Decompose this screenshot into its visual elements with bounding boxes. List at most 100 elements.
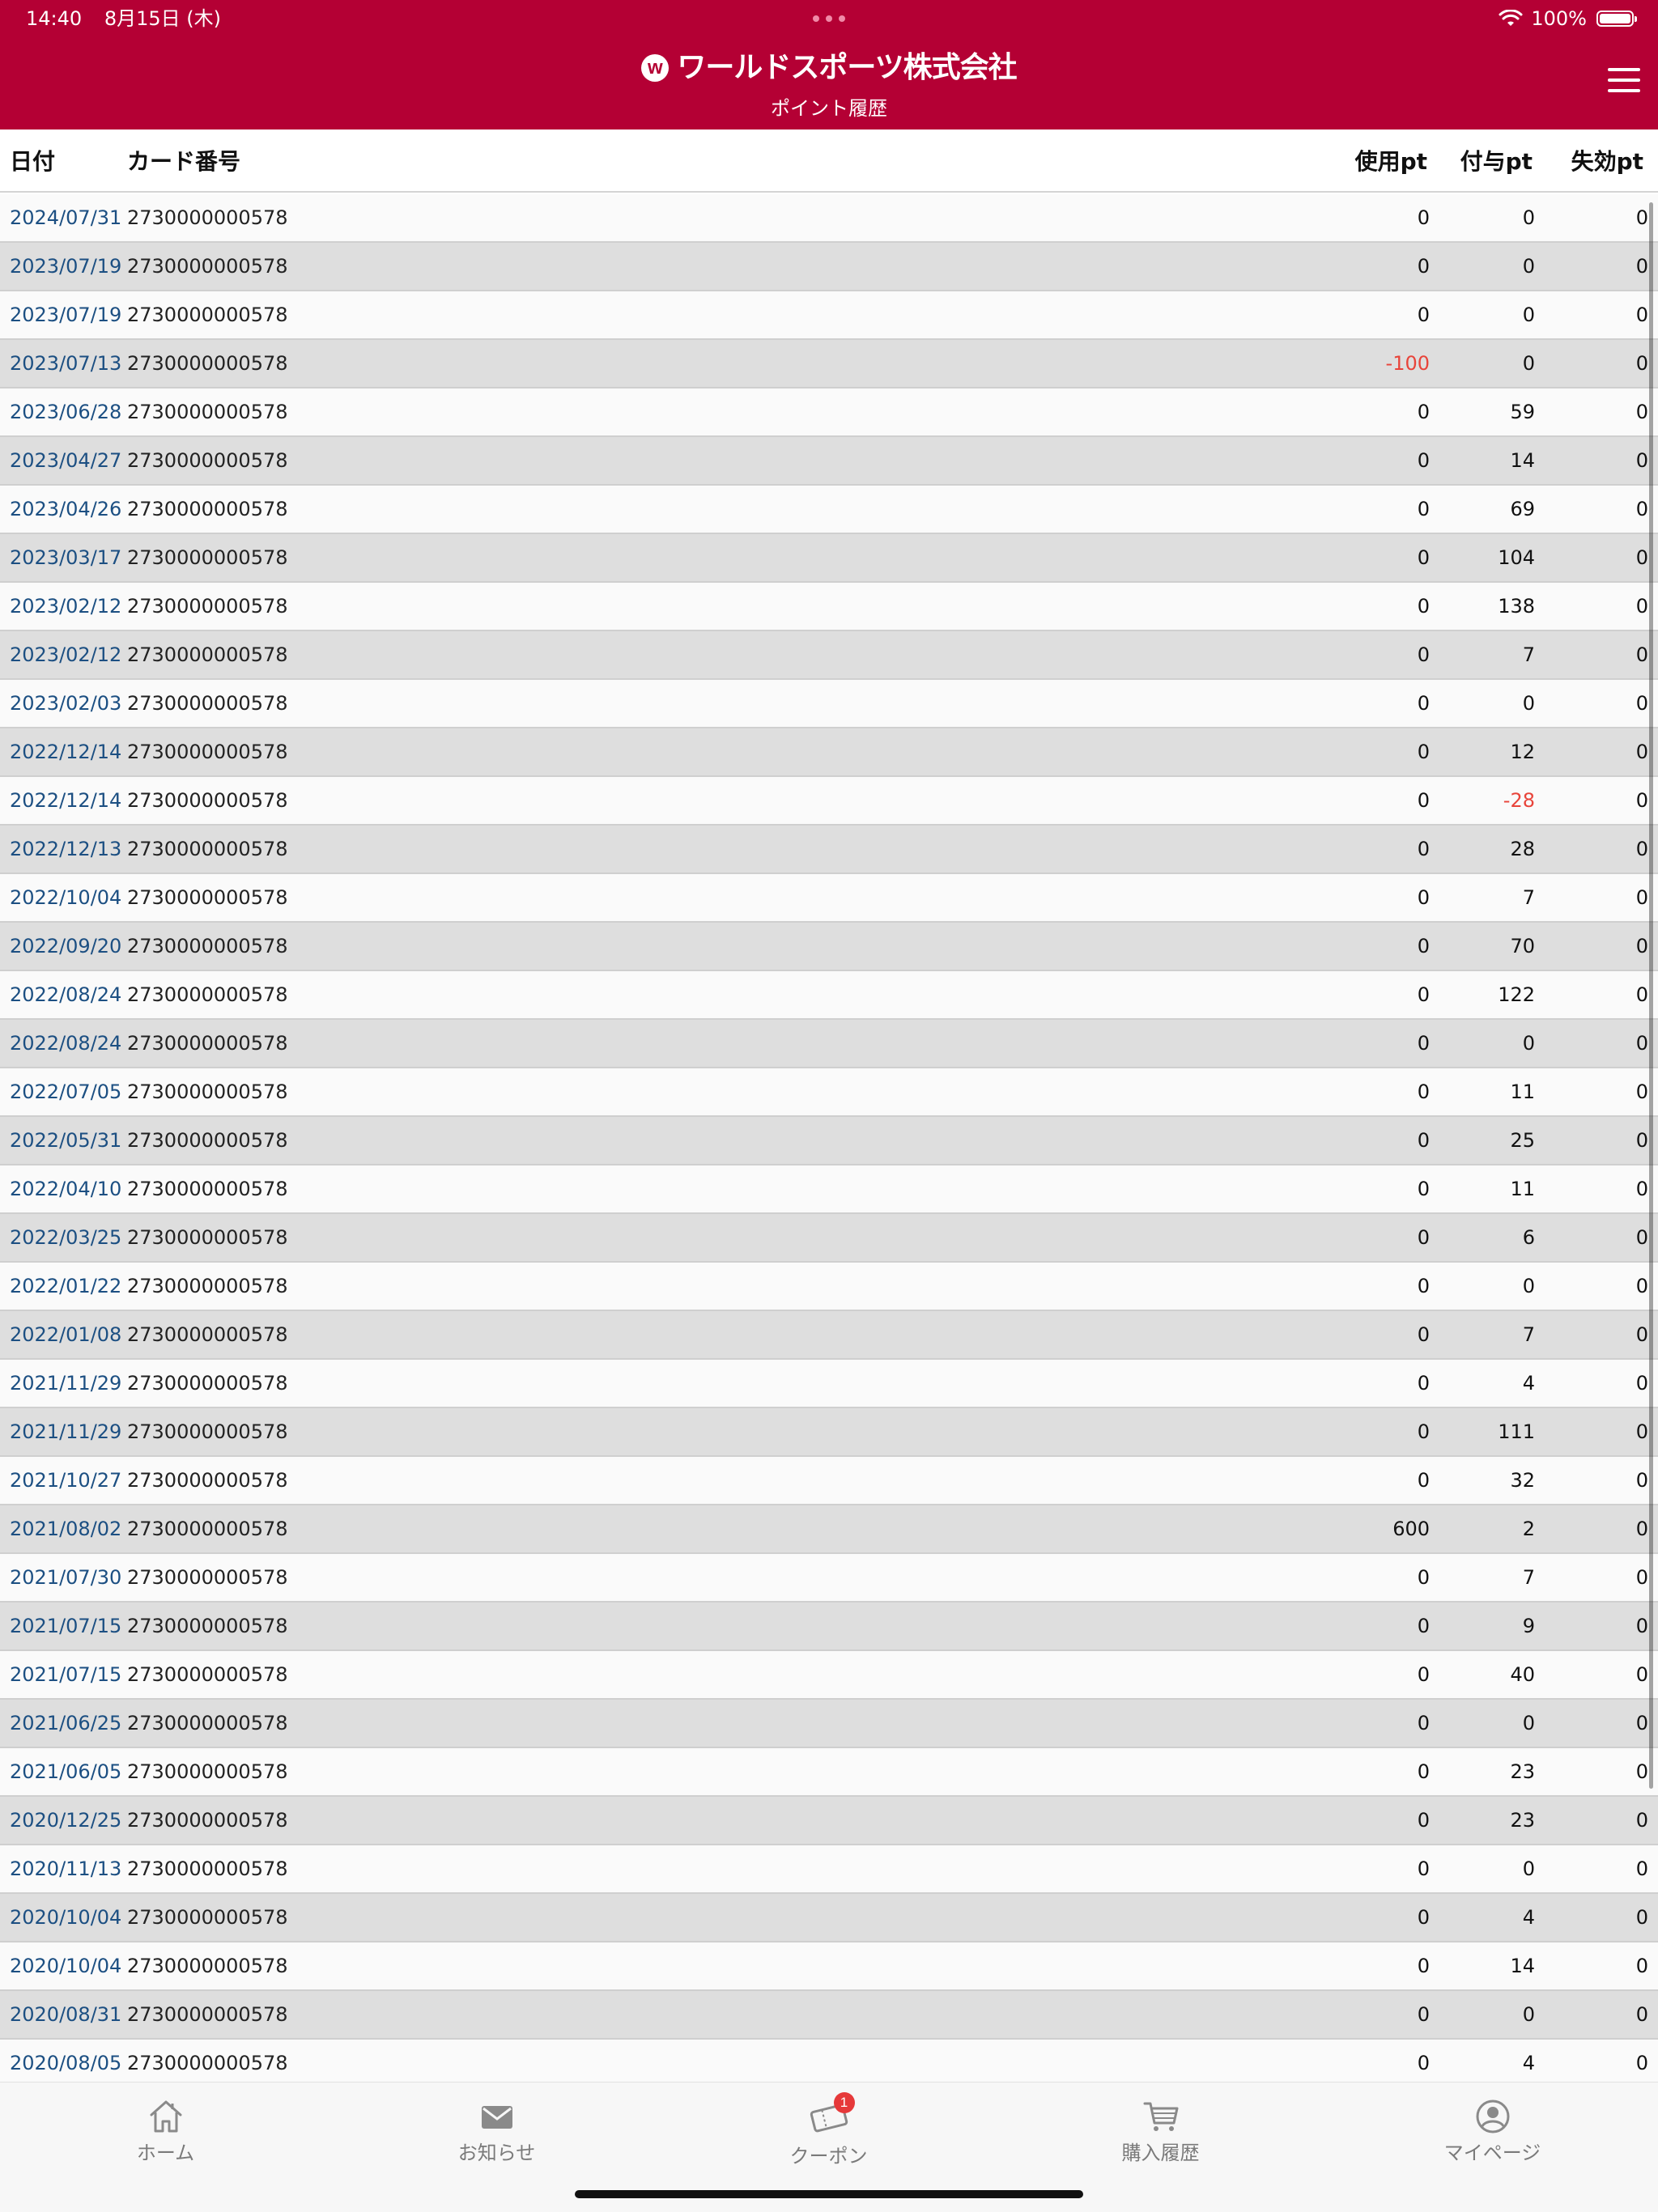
row-date[interactable]: 2021/08/02 xyxy=(10,1517,121,1541)
row-date[interactable]: 2020/11/13 xyxy=(10,1857,121,1881)
table-row[interactable]: 2023/02/12 2730000000578 0 7 0 xyxy=(0,631,1658,680)
table-row[interactable]: 2022/07/05 2730000000578 0 11 0 xyxy=(0,1068,1658,1117)
row-date[interactable]: 2021/11/29 xyxy=(10,1371,121,1395)
table-row[interactable]: 2022/12/13 2730000000578 0 28 0 xyxy=(0,826,1658,874)
row-date[interactable]: 2022/12/13 xyxy=(10,837,121,861)
table-row[interactable]: 2021/07/15 2730000000578 0 9 0 xyxy=(0,1603,1658,1651)
table-row[interactable]: 2022/01/22 2730000000578 0 0 0 xyxy=(0,1263,1658,1311)
table-row[interactable]: 2020/08/05 2730000000578 0 4 0 xyxy=(0,2040,1658,2088)
app-header: 14:40 8月15日 (木) 100% w ワールドスポーツ株式会社 ポイント… xyxy=(0,0,1658,129)
table-row[interactable]: 2021/08/02 2730000000578 600 2 0 xyxy=(0,1505,1658,1554)
row-date[interactable]: 2022/10/04 xyxy=(10,885,121,910)
row-used-pt: 0 xyxy=(1417,983,1430,1006)
row-date[interactable]: 2021/07/15 xyxy=(10,1614,121,1638)
multitasking-dots-icon[interactable] xyxy=(813,15,845,22)
row-date[interactable]: 2022/09/20 xyxy=(10,934,121,958)
row-date[interactable]: 2023/04/27 xyxy=(10,448,121,473)
row-date[interactable]: 2023/02/12 xyxy=(10,643,121,667)
tab-purchase-history[interactable]: 購入履歴 xyxy=(995,2083,1326,2172)
table-row[interactable]: 2022/04/10 2730000000578 0 11 0 xyxy=(0,1165,1658,1214)
row-date[interactable]: 2023/07/13 xyxy=(10,351,121,376)
table-row[interactable]: 2023/07/13 2730000000578 -100 0 0 xyxy=(0,340,1658,388)
table-row[interactable]: 2023/06/28 2730000000578 0 59 0 xyxy=(0,388,1658,437)
table-row[interactable]: 2022/01/08 2730000000578 0 7 0 xyxy=(0,1311,1658,1360)
scrollbar[interactable] xyxy=(1649,202,1653,1789)
row-date[interactable]: 2021/07/30 xyxy=(10,1565,121,1590)
row-date[interactable]: 2023/07/19 xyxy=(10,254,121,278)
row-date[interactable]: 2021/11/29 xyxy=(10,1420,121,1444)
hamburger-menu-icon[interactable] xyxy=(1608,68,1640,92)
row-used-pt: 0 xyxy=(1417,1760,1430,1783)
table-row[interactable]: 2020/12/25 2730000000578 0 23 0 xyxy=(0,1797,1658,1845)
row-date[interactable]: 2023/04/26 xyxy=(10,497,121,521)
row-date[interactable]: 2023/02/03 xyxy=(10,691,121,715)
row-date[interactable]: 2021/10/27 xyxy=(10,1468,121,1492)
tab-mypage[interactable]: マイページ xyxy=(1327,2083,1658,2172)
table-row[interactable]: 2022/12/14 2730000000578 0 12 0 xyxy=(0,728,1658,777)
tab-home[interactable]: ホーム xyxy=(0,2083,331,2172)
row-date[interactable]: 2022/08/24 xyxy=(10,1031,121,1055)
table-row[interactable]: 2020/08/31 2730000000578 0 0 0 xyxy=(0,1991,1658,2040)
table-row[interactable]: 2022/10/04 2730000000578 0 7 0 xyxy=(0,874,1658,923)
row-date[interactable]: 2021/07/15 xyxy=(10,1662,121,1687)
table-row[interactable]: 2022/12/14 2730000000578 0 -28 0 xyxy=(0,777,1658,826)
table-row[interactable]: 2022/03/25 2730000000578 0 6 0 xyxy=(0,1214,1658,1263)
row-date[interactable]: 2022/12/14 xyxy=(10,788,121,813)
brand-logo: w ワールドスポーツ株式会社 xyxy=(0,50,1658,86)
table-row[interactable]: 2022/09/20 2730000000578 0 70 0 xyxy=(0,923,1658,971)
row-date[interactable]: 2022/12/14 xyxy=(10,740,121,764)
row-date[interactable]: 2022/01/22 xyxy=(10,1274,121,1298)
tab-label-mypage: マイページ xyxy=(1443,2142,1541,2164)
table-row[interactable]: 2023/04/26 2730000000578 0 69 0 xyxy=(0,486,1658,534)
row-date[interactable]: 2021/06/05 xyxy=(10,1760,121,1784)
row-date[interactable]: 2020/12/25 xyxy=(10,1808,121,1832)
row-date[interactable]: 2022/01/08 xyxy=(10,1323,121,1347)
row-date[interactable]: 2020/10/04 xyxy=(10,1954,121,1978)
table-row[interactable]: 2024/07/31 2730000000578 0 0 0 xyxy=(0,194,1658,243)
table-row[interactable]: 2022/08/24 2730000000578 0 0 0 xyxy=(0,1020,1658,1068)
row-date[interactable]: 2023/07/19 xyxy=(10,303,121,327)
table-row[interactable]: 2022/05/31 2730000000578 0 25 0 xyxy=(0,1117,1658,1165)
tab-coupon[interactable]: 1 クーポン xyxy=(663,2083,994,2172)
table-row[interactable]: 2020/10/04 2730000000578 0 14 0 xyxy=(0,1942,1658,1991)
table-row[interactable]: 2021/06/05 2730000000578 0 23 0 xyxy=(0,1748,1658,1797)
row-date[interactable]: 2020/10/04 xyxy=(10,1905,121,1930)
table-row[interactable]: 2021/10/27 2730000000578 0 32 0 xyxy=(0,1457,1658,1505)
table-row[interactable]: 2023/07/19 2730000000578 0 0 0 xyxy=(0,243,1658,291)
table-row[interactable]: 2020/10/04 2730000000578 0 4 0 xyxy=(0,1894,1658,1942)
brand-name: ワールドスポーツ株式会社 xyxy=(677,51,1017,84)
row-date[interactable]: 2020/08/31 xyxy=(10,2002,121,2027)
row-used-pt: 0 xyxy=(1417,546,1430,569)
row-date[interactable]: 2021/06/25 xyxy=(10,1711,121,1735)
table-row[interactable]: 2023/03/17 2730000000578 0 104 0 xyxy=(0,534,1658,583)
row-date[interactable]: 2022/08/24 xyxy=(10,983,121,1007)
row-expired-pt: 0 xyxy=(1635,741,1648,763)
row-date[interactable]: 2022/07/05 xyxy=(10,1080,121,1104)
row-date[interactable]: 2023/06/28 xyxy=(10,400,121,424)
points-history-list[interactable]: 2024/07/31 2730000000578 0 0 0 2023/07/19 2730… xyxy=(0,194,1658,2088)
table-row[interactable]: 2021/06/25 2730000000578 0 0 0 xyxy=(0,1700,1658,1748)
row-date[interactable]: 2023/02/12 xyxy=(10,594,121,618)
table-row[interactable]: 2021/11/29 2730000000578 0 111 0 xyxy=(0,1408,1658,1457)
row-date[interactable]: 2020/08/05 xyxy=(10,2051,121,2075)
row-expired-pt: 0 xyxy=(1635,1275,1648,1297)
home-indicator[interactable] xyxy=(575,2190,1083,2198)
row-date[interactable]: 2022/04/10 xyxy=(10,1177,121,1201)
table-row[interactable]: 2021/11/29 2730000000578 0 4 0 xyxy=(0,1360,1658,1408)
tab-news[interactable]: お知らせ xyxy=(331,2083,662,2172)
row-date[interactable]: 2022/05/31 xyxy=(10,1128,121,1153)
table-row[interactable]: 2020/11/13 2730000000578 0 0 0 xyxy=(0,1845,1658,1894)
row-card-number: 2730000000578 xyxy=(127,1275,288,1297)
row-date[interactable]: 2024/07/31 xyxy=(10,206,121,230)
table-row[interactable]: 2021/07/15 2730000000578 0 40 0 xyxy=(0,1651,1658,1700)
table-row[interactable]: 2023/07/19 2730000000578 0 0 0 xyxy=(0,291,1658,340)
table-row[interactable]: 2023/02/12 2730000000578 0 138 0 xyxy=(0,583,1658,631)
table-row[interactable]: 2023/04/27 2730000000578 0 14 0 xyxy=(0,437,1658,486)
row-date[interactable]: 2023/03/17 xyxy=(10,546,121,570)
table-row[interactable]: 2023/02/03 2730000000578 0 0 0 xyxy=(0,680,1658,728)
table-row[interactable]: 2021/07/30 2730000000578 0 7 0 xyxy=(0,1554,1658,1603)
table-row[interactable]: 2022/08/24 2730000000578 0 122 0 xyxy=(0,971,1658,1020)
row-given-pt: 28 xyxy=(1510,838,1535,860)
row-given-pt: 40 xyxy=(1510,1663,1535,1686)
row-date[interactable]: 2022/03/25 xyxy=(10,1225,121,1250)
